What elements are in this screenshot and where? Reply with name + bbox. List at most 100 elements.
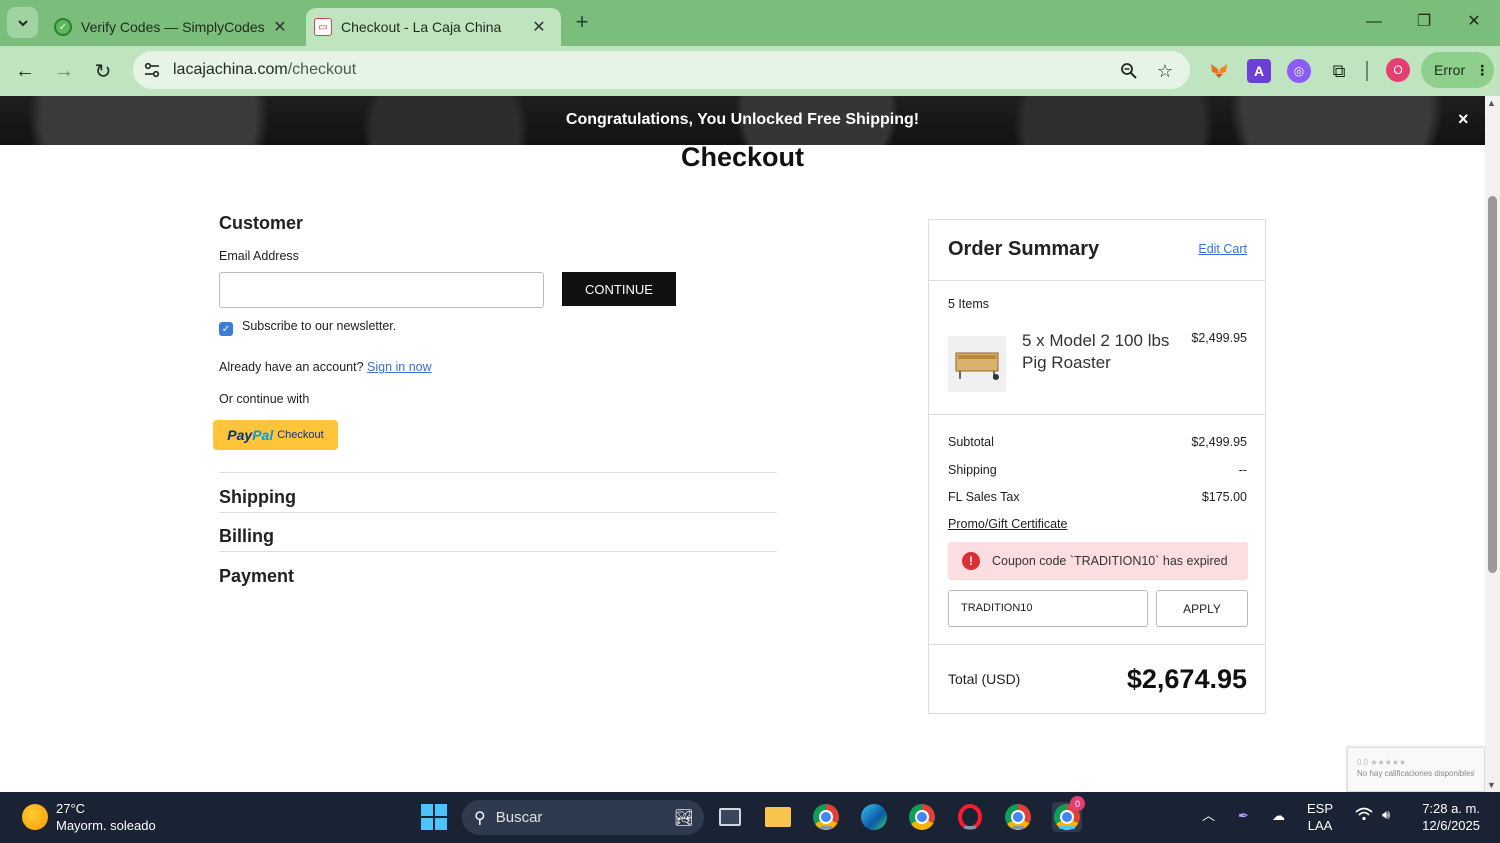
browser-toolbar: ← → ↻ lacajachina.com/checkout ☆ A ◎ ⧉ O… bbox=[0, 46, 1500, 96]
taskbar-search[interactable]: ⚲ Buscar 🏞 bbox=[462, 800, 704, 835]
new-tab-button[interactable]: + bbox=[570, 10, 594, 34]
shipping-label: Shipping bbox=[948, 463, 997, 477]
extensions-puzzle-icon[interactable]: ⧉ bbox=[1327, 59, 1351, 83]
profile-avatar[interactable]: O bbox=[1386, 58, 1410, 82]
tab-close-icon[interactable]: ✕ bbox=[529, 17, 549, 37]
coupon-error-text: Coupon code `TRADITION10` has expired bbox=[992, 554, 1228, 568]
tab-strip: ✓ Verify Codes — SimplyCodes ✕ ▭ Checkou… bbox=[0, 0, 1500, 46]
a-extension-icon[interactable]: A bbox=[1247, 59, 1271, 83]
section-divider bbox=[219, 512, 777, 513]
url-domain: lacajachina.com bbox=[173, 61, 288, 78]
payment-step[interactable]: Payment bbox=[219, 566, 294, 587]
summary-divider bbox=[929, 414, 1265, 415]
weather-temperature[interactable]: 27°C bbox=[56, 801, 85, 816]
promo-link[interactable]: Promo/Gift Certificate bbox=[948, 517, 1067, 531]
task-view-icon bbox=[719, 808, 741, 826]
email-field[interactable] bbox=[219, 272, 544, 308]
tab-search-button[interactable] bbox=[7, 7, 38, 38]
bookmark-star-icon[interactable]: ☆ bbox=[1154, 60, 1176, 82]
more-vert-icon: ⋮ bbox=[1475, 61, 1490, 78]
forward-button[interactable]: → bbox=[49, 56, 79, 86]
error-label: Error bbox=[1434, 62, 1466, 78]
tab-checkout[interactable]: ▭ Checkout - La Caja China ✕ bbox=[306, 8, 561, 46]
recaptcha-badge[interactable]: 0.0 ★★★★★ No hay calificaciones disponib… bbox=[1347, 747, 1485, 792]
weather-description[interactable]: Mayorm. soleado bbox=[56, 818, 156, 833]
error-menu-button[interactable]: Error ⋮ bbox=[1421, 52, 1494, 88]
tab-close-icon[interactable]: ✕ bbox=[270, 17, 290, 37]
shipping-value: -- bbox=[1238, 463, 1247, 477]
tab-title: Checkout - La Caja China bbox=[341, 19, 502, 35]
windows-logo-icon bbox=[421, 804, 447, 830]
paypal-checkout-button[interactable]: PayPal Checkout bbox=[213, 420, 338, 450]
zoom-icon[interactable] bbox=[1118, 60, 1140, 82]
newsletter-label: Subscribe to our newsletter. bbox=[242, 319, 397, 333]
language-indicator[interactable]: ESP LAA bbox=[1307, 800, 1333, 834]
url-text: lacajachina.com/checkout bbox=[173, 61, 356, 79]
page-viewport: Congratulations, You Unlocked Free Shipp… bbox=[0, 96, 1485, 792]
taskbar: 27°C Mayorm. soleado ⚲ Buscar 🏞 0 ︿ ✒ ☁ bbox=[0, 792, 1500, 843]
scroll-up-icon[interactable]: ▲ bbox=[1487, 98, 1496, 108]
onedrive-tray-icon[interactable]: ☁ bbox=[1272, 807, 1285, 824]
tab-simplycodes[interactable]: ✓ Verify Codes — SimplyCodes ✕ bbox=[44, 8, 302, 46]
sun-cloud-icon[interactable] bbox=[22, 804, 48, 830]
toolbar-divider bbox=[1366, 61, 1368, 81]
summary-divider bbox=[929, 280, 1265, 281]
newsletter-checkbox[interactable]: ✓ bbox=[219, 322, 233, 336]
reload-button[interactable]: ↻ bbox=[88, 56, 118, 86]
edge-button[interactable] bbox=[859, 802, 889, 832]
site-info-icon[interactable] bbox=[141, 59, 163, 81]
lacajachina-favicon-icon: ▭ bbox=[314, 18, 332, 36]
chevron-up-icon: ︿ bbox=[1202, 808, 1216, 823]
clock-time[interactable]: 7:28 a. m. bbox=[1418, 801, 1480, 816]
chrome-active-button[interactable]: 0 bbox=[1052, 796, 1085, 832]
show-hidden-icons-button[interactable]: ︿ bbox=[1202, 807, 1215, 824]
tab-title: Verify Codes — SimplyCodes bbox=[81, 19, 265, 35]
section-divider bbox=[219, 551, 777, 552]
pen-tray-icon[interactable]: ✒ bbox=[1238, 807, 1249, 824]
email-label: Email Address bbox=[219, 249, 299, 263]
chrome-button[interactable] bbox=[907, 802, 937, 832]
shipping-step[interactable]: Shipping bbox=[219, 487, 296, 508]
chevron-down-icon bbox=[17, 19, 28, 26]
error-icon: ! bbox=[962, 552, 980, 570]
purple-extension-icon[interactable]: ◎ bbox=[1287, 59, 1311, 83]
account-prompt: Already have an account? Sign in now bbox=[219, 360, 432, 374]
apply-button[interactable]: APPLY bbox=[1156, 590, 1248, 627]
arrow-right-icon: → bbox=[54, 59, 74, 82]
volume-icon[interactable]: 🔊︎ bbox=[1382, 806, 1390, 823]
metamask-extension-icon[interactable] bbox=[1207, 59, 1231, 83]
start-button[interactable] bbox=[419, 802, 449, 832]
banner-close-icon[interactable]: × bbox=[1458, 109, 1469, 130]
chrome-icon bbox=[909, 804, 935, 830]
active-indicator bbox=[1059, 826, 1075, 829]
back-button[interactable]: ← bbox=[10, 56, 40, 86]
minimize-button[interactable]: — bbox=[1351, 8, 1397, 36]
product-price: $2,499.95 bbox=[1191, 331, 1247, 345]
chrome-profile2-button[interactable] bbox=[1003, 802, 1033, 832]
close-window-button[interactable]: ✕ bbox=[1451, 8, 1497, 36]
address-bar[interactable]: lacajachina.com/checkout ☆ bbox=[133, 51, 1190, 89]
opera-button[interactable] bbox=[955, 802, 985, 832]
edit-cart-link[interactable]: Edit Cart bbox=[1198, 242, 1247, 256]
arrow-left-icon: ← bbox=[15, 59, 35, 82]
language-top: ESP bbox=[1307, 801, 1334, 816]
clock-date[interactable]: 12/6/2025 bbox=[1414, 818, 1480, 833]
sign-in-link[interactable]: Sign in now bbox=[367, 360, 432, 374]
wifi-icon[interactable] bbox=[1355, 807, 1373, 825]
continue-button[interactable]: CONTINUE bbox=[562, 272, 676, 306]
billing-step[interactable]: Billing bbox=[219, 526, 274, 547]
page-scrollbar[interactable]: ▲ ▼ bbox=[1485, 96, 1500, 792]
folder-icon bbox=[765, 807, 791, 827]
product-image bbox=[948, 336, 1006, 392]
checkmark-icon: ✓ bbox=[221, 323, 231, 335]
chrome-profile-button[interactable] bbox=[811, 802, 841, 832]
restore-button[interactable]: ❐ bbox=[1401, 8, 1447, 36]
scroll-down-icon[interactable]: ▼ bbox=[1487, 780, 1496, 790]
coupon-input[interactable]: TRADITION10 bbox=[948, 590, 1148, 627]
section-divider bbox=[219, 472, 777, 473]
scroll-thumb[interactable] bbox=[1488, 196, 1497, 573]
notification-badge: 0 bbox=[1070, 796, 1085, 811]
file-explorer-button[interactable] bbox=[763, 802, 793, 832]
task-view-button[interactable] bbox=[715, 802, 745, 832]
paypal-logo: PayPal bbox=[227, 427, 274, 443]
